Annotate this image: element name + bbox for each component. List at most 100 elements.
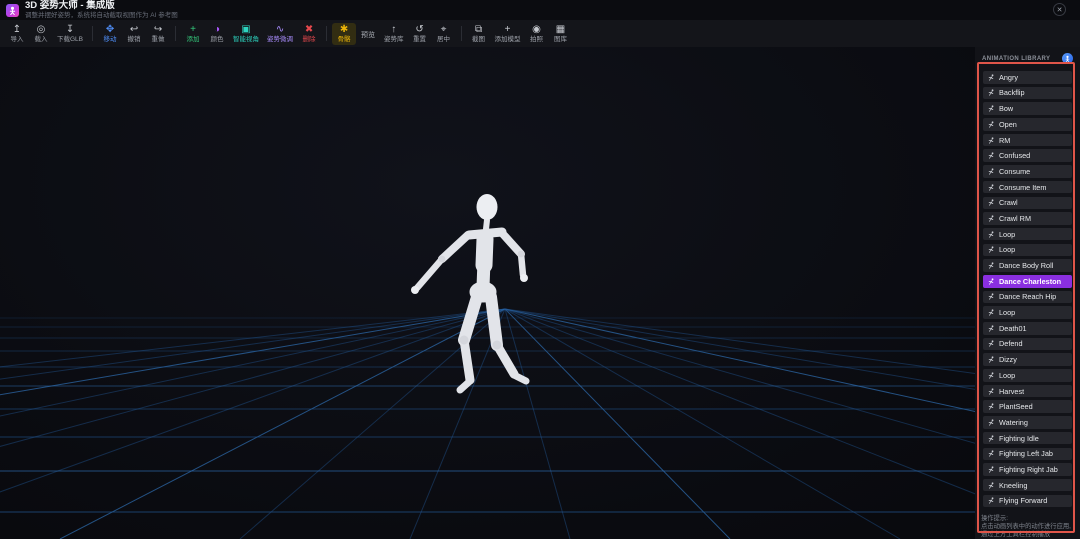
animation-item[interactable]: Consume Item	[983, 180, 1072, 194]
viewport-3d[interactable]	[0, 47, 975, 539]
animation-motion-icon	[988, 403, 995, 410]
animation-motion-icon	[988, 340, 995, 348]
animation-item[interactable]: Dizzy	[983, 353, 1072, 366]
animation-item-label: RM	[999, 135, 1011, 145]
animation-item[interactable]: Crawl RM	[983, 212, 1072, 225]
animation-item[interactable]: Flying Forward	[983, 494, 1072, 508]
animation-item[interactable]: Dance Reach Hip	[983, 290, 1072, 304]
close-icon[interactable]: ✕	[1053, 3, 1066, 16]
animation-item[interactable]: Kneeling	[983, 478, 1072, 492]
animation-item-label: Dance Charleston	[999, 276, 1062, 286]
pose-library-button[interactable]: ↑ 姿势库	[380, 23, 408, 45]
undo-label: 撤销	[127, 35, 141, 43]
animation-item[interactable]: Loop	[983, 306, 1072, 319]
add-model-icon: +	[504, 23, 511, 35]
animation-item-label: Confused	[999, 151, 1031, 161]
load-button[interactable]: ◎ 载入	[29, 23, 53, 45]
animation-item[interactable]: Crawl	[983, 196, 1072, 210]
app-subtitle: 调整并摆好姿势，系统将自动截取视图作为 AI 参考图	[25, 12, 178, 19]
delete-button[interactable]: ✖ 删除	[297, 23, 321, 45]
load-label: 载入	[34, 35, 48, 43]
animation-motion-icon	[988, 74, 995, 81]
animation-motion-icon	[988, 482, 995, 489]
pose-tune-icon: ∿	[275, 23, 285, 35]
gallery-label: 图库	[554, 35, 568, 43]
animation-item[interactable]: Loop	[983, 227, 1072, 241]
app-window: 3D 姿势大师 - 集成版 调整并摆好姿势，系统将自动截取视图作为 AI 参考图…	[0, 0, 1080, 539]
delete-label: 删除	[302, 35, 316, 43]
animation-item[interactable]: Bow	[983, 102, 1072, 115]
animation-item-label: Loop	[999, 308, 1016, 318]
add-model-button[interactable]: + 添加模型	[491, 23, 525, 45]
app-logo-icon	[6, 3, 19, 17]
animation-item[interactable]: Angry	[983, 71, 1072, 84]
animation-item[interactable]: Fighting Left Jab	[983, 447, 1072, 461]
animation-item[interactable]: Open	[983, 118, 1072, 131]
pose-tune-label: 姿势微调	[267, 35, 294, 43]
photo-button[interactable]: ◉ 拍照	[525, 23, 549, 45]
move-button[interactable]: ✥ 移动	[98, 23, 122, 45]
animation-item-label: Kneeling	[999, 480, 1028, 490]
screenshot-label: 截图	[472, 35, 486, 43]
animation-item[interactable]: PlantSeed	[983, 400, 1072, 414]
smart-view-icon: ▣	[241, 23, 251, 35]
import-label: 导入	[10, 35, 24, 43]
animation-item[interactable]: RM	[983, 133, 1072, 147]
toolbar: ↥ 导入 ◎ 载入 ↧ 下载GLB ✥ 移动 ↩ 撤销 ↪ 重做 + 添加 ◑ 颜色 ▣ 智能视角 ∿ 姿势微调 ✖ 删除…	[0, 20, 1080, 47]
color-button[interactable]: ◑ 颜色	[205, 23, 229, 45]
animation-motion-icon	[988, 434, 995, 442]
animation-item[interactable]: Harvest	[983, 384, 1072, 398]
pose-tune-button[interactable]: ∿ 姿势微调	[263, 23, 297, 45]
animation-item-label: Fighting Left Jab	[999, 449, 1053, 459]
animation-item-label: Fighting Idle	[999, 433, 1039, 443]
animation-item[interactable]: Dance Charleston	[983, 274, 1072, 288]
animation-item-label: Dance Body Roll	[999, 261, 1054, 271]
animation-item[interactable]: Confused	[983, 149, 1072, 163]
download-glb-label: 下载GLB	[57, 35, 84, 43]
move-icon: ✥	[105, 23, 115, 35]
smart-view-button[interactable]: ▣ 智能视角	[229, 23, 263, 45]
animation-item-label: Crawl RM	[999, 213, 1032, 223]
animation-item[interactable]: Loop	[983, 243, 1072, 257]
animation-motion-icon	[988, 372, 995, 379]
center-button[interactable]: ⌖ 居中	[432, 23, 456, 45]
animation-motion-icon	[988, 356, 995, 363]
animation-item[interactable]: Loop	[983, 369, 1072, 382]
animation-item-label: Crawl	[999, 198, 1018, 208]
import-icon: ↥	[12, 23, 22, 35]
undo-icon: ↩	[129, 23, 139, 35]
screenshot-button[interactable]: ⧉ 截图	[467, 23, 491, 45]
gallery-icon: ▦	[555, 23, 566, 35]
animation-item-label: Loop	[999, 370, 1016, 380]
animation-motion-icon	[988, 325, 995, 332]
animation-motion-icon	[988, 215, 995, 222]
animation-item[interactable]: Watering	[983, 416, 1072, 429]
skeleton-button[interactable]: ✱ 骨骼	[332, 22, 357, 45]
color-label: 颜色	[210, 35, 224, 43]
center-icon: ⌖	[440, 23, 447, 35]
animation-motion-icon	[988, 89, 995, 97]
screenshot-icon: ⧉	[474, 23, 483, 35]
animation-item[interactable]: Defend	[983, 337, 1072, 351]
reset-button[interactable]: ↺ 重置	[408, 23, 432, 45]
animation-item-label: Backflip	[999, 88, 1025, 98]
animation-item[interactable]: Dance Body Roll	[983, 259, 1072, 272]
gallery-button[interactable]: ▦ 图库	[549, 23, 573, 45]
add-button[interactable]: + 添加	[181, 23, 205, 45]
animation-item-label: Bow	[999, 104, 1014, 114]
center-label: 居中	[437, 35, 451, 43]
preview-button[interactable]: 预览	[356, 26, 380, 41]
redo-button[interactable]: ↪ 重做	[146, 23, 170, 45]
animation-item[interactable]: Death01	[983, 322, 1072, 335]
animation-item[interactable]: Consume	[983, 165, 1072, 178]
mannequin-figure[interactable]	[0, 47, 975, 539]
import-button[interactable]: ↥ 导入	[5, 23, 29, 45]
download-glb-button[interactable]: ↧ 下载GLB	[53, 23, 87, 45]
animation-item[interactable]: Fighting Idle	[983, 431, 1072, 445]
undo-button[interactable]: ↩ 撤销	[122, 23, 146, 45]
animation-library-badge[interactable]	[1062, 53, 1073, 64]
animation-item[interactable]: Backflip	[983, 86, 1072, 100]
reset-icon: ↺	[415, 23, 424, 35]
animation-library-panel: ANIMATION LIBRARY Angry Backflip Bow Open RM…	[975, 47, 1080, 539]
animation-item[interactable]: Fighting Right Jab	[983, 463, 1072, 476]
